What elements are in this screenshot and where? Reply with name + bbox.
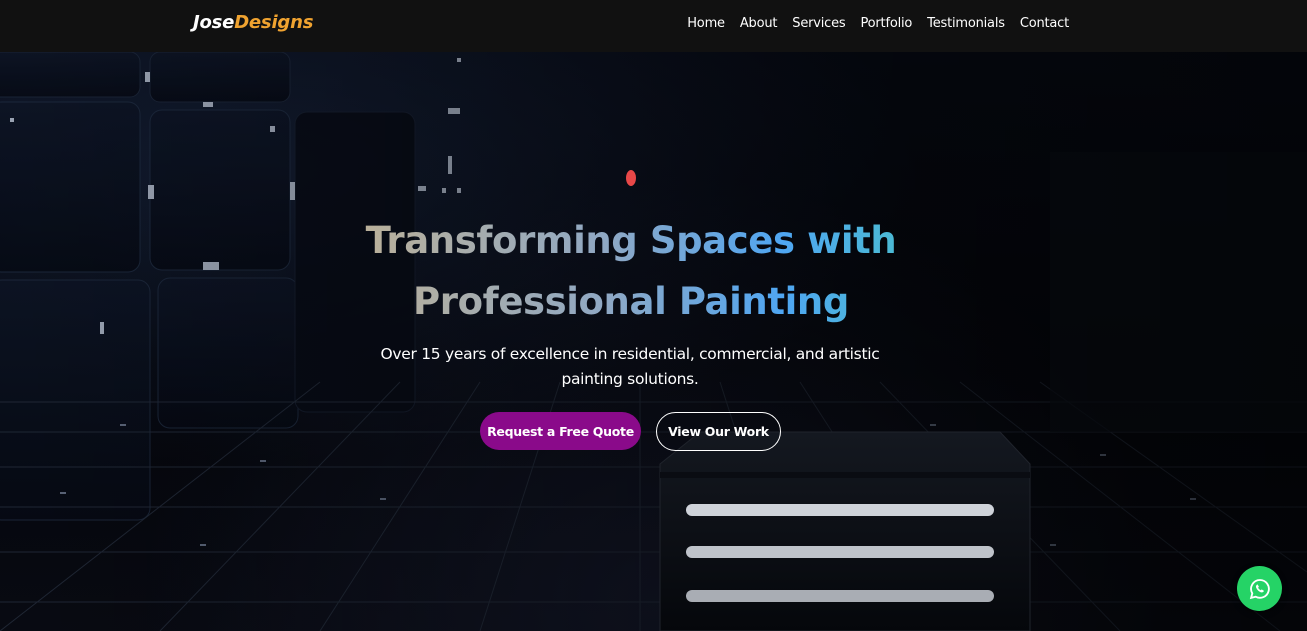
view-work-button[interactable]: View Our Work <box>656 412 781 451</box>
hero-title: Transforming Spaces with Professional Pa… <box>0 210 1262 332</box>
nav-link-contact[interactable]: Contact <box>1020 16 1069 31</box>
brand-logo-part2: Designs <box>234 12 314 33</box>
nav-menu: Home About Services Portfolio Testimonia… <box>687 16 1069 31</box>
brand-logo[interactable]: JoseDesigns <box>193 12 313 33</box>
hero-title-line2: Professional Painting <box>413 280 849 323</box>
whatsapp-icon <box>1249 578 1270 599</box>
whatsapp-button[interactable] <box>1237 566 1282 611</box>
nav-link-home[interactable]: Home <box>687 16 725 31</box>
accent-dot <box>626 170 636 186</box>
hero-title-line1: Transforming Spaces with <box>365 219 897 262</box>
brand-logo-part1: Jose <box>193 12 235 33</box>
nav-link-about[interactable]: About <box>740 16 778 31</box>
request-quote-button[interactable]: Request a Free Quote <box>480 412 641 450</box>
hero-subtitle: Over 15 years of excellence in residenti… <box>380 345 880 388</box>
navbar: JoseDesigns Home About Services Portfoli… <box>0 0 1307 52</box>
nav-link-portfolio[interactable]: Portfolio <box>860 16 912 31</box>
nav-link-services[interactable]: Services <box>792 16 845 31</box>
nav-link-testimonials[interactable]: Testimonials <box>927 16 1005 31</box>
hero-section: Transforming Spaces with Professional Pa… <box>0 52 1307 631</box>
